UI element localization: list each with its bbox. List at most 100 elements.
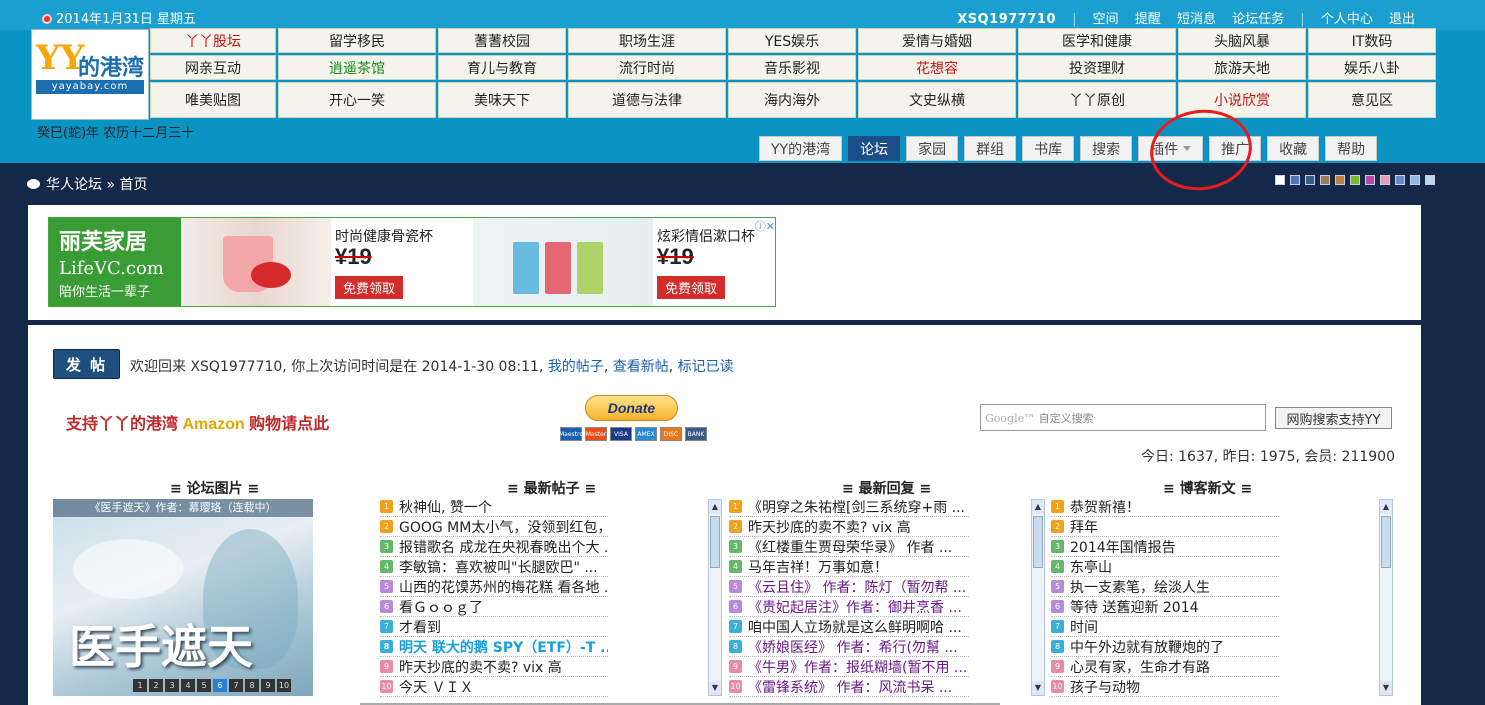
ad-close-icon[interactable]: ⓘ✕ [747, 218, 775, 233]
category-link[interactable]: 职场生涯 [568, 28, 726, 53]
list-item[interactable]: 2 GOOG MM太小气，没领到红包，给 ... [380, 517, 608, 537]
list-item[interactable]: 10 孩子与动物 [1051, 677, 1279, 697]
nav-tab[interactable]: 论坛 [848, 136, 901, 161]
list-item[interactable]: 8 《娇娘医经》 作者：希行(勿幫 ... [729, 637, 969, 657]
amazon-promo-link[interactable]: 支持丫丫的港湾 Amazon 购物请点此 [66, 410, 329, 434]
nav-tab[interactable]: 收藏 [1267, 136, 1320, 161]
nav-tab[interactable]: 书库 [1022, 136, 1075, 161]
slideshow-page-button[interactable]: 3 [165, 679, 179, 692]
list-item[interactable]: 8 中午外边就有放鞭炮的了 [1051, 637, 1279, 657]
category-link[interactable]: 道德与法律 [568, 82, 726, 118]
style-swatch[interactable] [1320, 175, 1330, 185]
style-swatch[interactable] [1350, 175, 1360, 185]
link-reminder[interactable]: 提醒 [1135, 12, 1161, 27]
style-swatch[interactable] [1410, 175, 1420, 185]
style-swatch[interactable] [1275, 175, 1285, 185]
style-swatch[interactable] [1380, 175, 1390, 185]
username-link[interactable]: XSQ1977710 [957, 12, 1056, 27]
list-item[interactable]: 5 山西的花馍苏州的梅花糕 看各地 ... [380, 577, 608, 597]
slideshow-page-button[interactable]: 4 [181, 679, 195, 692]
my-posts-link[interactable]: 我的帖子 [548, 359, 604, 375]
style-swatch[interactable] [1395, 175, 1405, 185]
list-item[interactable]: 1 秋神仙, 赞一个 [380, 497, 608, 517]
scroll-thumb[interactable] [1033, 516, 1043, 568]
replies-scrollbar[interactable]: ▲ ▼ [708, 499, 722, 696]
scroll-down-icon[interactable]: ▼ [1380, 681, 1392, 695]
new-posts-link[interactable]: 查看新帖 [613, 359, 669, 375]
nav-tab[interactable]: 搜索 [1080, 136, 1133, 161]
list-item[interactable]: 3 2014年国情报告 [1051, 537, 1279, 557]
category-link[interactable]: 开心一笑 [278, 82, 436, 118]
scroll-thumb[interactable] [1381, 516, 1391, 568]
nav-tab[interactable]: 家园 [906, 136, 959, 161]
ad-item1-cta[interactable]: 免费领取 [335, 276, 404, 299]
list-item[interactable]: 3 报错歌名 成龙在央视春晚出个大 ... [380, 537, 608, 557]
slideshow-page-button[interactable]: 7 [229, 679, 243, 692]
category-link[interactable]: 网亲互动 [150, 55, 276, 80]
list-item[interactable]: 4 东亭山 [1051, 557, 1279, 577]
category-link[interactable]: 育儿与教育 [438, 55, 566, 80]
donate-button[interactable]: Donate [585, 395, 678, 421]
slideshow-page-button[interactable]: 5 [197, 679, 211, 692]
google-search-input[interactable]: Google™ 自定义搜索 [980, 404, 1266, 431]
list-item[interactable]: 9 昨天抄底的卖不卖? vix 高 [380, 657, 608, 677]
category-link[interactable]: YES娱乐 [728, 28, 856, 53]
search-submit-button[interactable]: 网购搜索支持YY [1275, 407, 1392, 429]
slideshow-page-button[interactable]: 1 [133, 679, 147, 692]
category-link[interactable]: 娱乐八卦 [1308, 55, 1436, 80]
scroll-down-icon[interactable]: ▼ [709, 681, 721, 695]
nav-tab[interactable]: YY的港湾 [759, 136, 843, 161]
breadcrumb-forum[interactable]: 华人论坛 [46, 177, 102, 193]
category-link[interactable]: 意见区 [1308, 82, 1436, 118]
category-link[interactable]: 丫丫股坛 [150, 28, 276, 53]
slideshow-page-button[interactable]: 6 [213, 679, 227, 692]
style-swatch[interactable] [1365, 175, 1375, 185]
list-item[interactable]: 6 看Ｇｏｏｇ了 [380, 597, 608, 617]
category-link[interactable]: 旅游天地 [1178, 55, 1306, 80]
category-link[interactable]: 丫丫原创 [1018, 82, 1176, 118]
list-item[interactable]: 5 执一支素笔，绘淡人生 [1051, 577, 1279, 597]
scroll-down-icon[interactable]: ▼ [1032, 681, 1044, 695]
list-item[interactable]: 6 等待 送舊迎新 2014 [1051, 597, 1279, 617]
blog-left-scrollbar[interactable]: ▲ ▼ [1031, 499, 1045, 696]
list-item[interactable]: 10 《雷锋系统》 作者：风流书呆 ... [729, 677, 969, 697]
category-link[interactable]: 爱情与婚姻 [858, 28, 1016, 53]
style-swatch[interactable] [1335, 175, 1345, 185]
list-item[interactable]: 7 时间 [1051, 617, 1279, 637]
category-link[interactable]: 海内海外 [728, 82, 856, 118]
link-space[interactable]: 空间 [1093, 12, 1119, 27]
list-item[interactable]: 3 《红楼重生贾母荣华录》 作者 ... [729, 537, 969, 557]
category-link[interactable]: 花想容 [858, 55, 1016, 80]
mark-read-link[interactable]: 标记已读 [678, 359, 734, 375]
slideshow-page-button[interactable]: 10 [277, 679, 291, 692]
list-item[interactable]: 10 今天 ＶＩＸ [380, 677, 608, 697]
scroll-thumb[interactable] [710, 516, 720, 568]
link-logout[interactable]: 退出 [1389, 12, 1415, 27]
picture-caption[interactable]: 《医手遮天》作者：慕璎珞（连载中） [53, 499, 313, 517]
link-forum-tasks[interactable]: 论坛任务 [1232, 12, 1284, 27]
list-item[interactable]: 7 咱中国人立场就是这么鲜明啊哈 ... [729, 617, 969, 637]
blog-right-scrollbar[interactable]: ▲ ▼ [1379, 499, 1393, 696]
link-personal-center[interactable]: 个人中心 [1321, 12, 1373, 27]
scroll-up-icon[interactable]: ▲ [1032, 500, 1044, 514]
list-item[interactable]: 2 拜年 [1051, 517, 1279, 537]
category-link[interactable]: 留学移民 [278, 28, 436, 53]
style-swatch[interactable] [1290, 175, 1300, 185]
new-post-button[interactable]: 发 帖 [53, 349, 120, 379]
style-swatch[interactable] [1425, 175, 1435, 185]
slideshow-page-button[interactable]: 8 [245, 679, 259, 692]
forum-picture-slideshow[interactable]: 《医手遮天》作者：慕璎珞（连载中） 医手遮天 1 2 3 4 5 6 7 8 9 10 [53, 499, 313, 696]
slideshow-page-button[interactable]: 9 [261, 679, 275, 692]
list-item[interactable]: 4 李敏镐：喜欢被叫"长腿欧巴" ... [380, 557, 608, 577]
link-messages[interactable]: 短消息 [1177, 12, 1216, 27]
list-item[interactable]: 8 明天 联大的鹅 SPY（ETF）-T ... [380, 637, 608, 657]
scroll-up-icon[interactable]: ▲ [709, 500, 721, 514]
category-link[interactable]: 逍遥茶馆 [278, 55, 436, 80]
category-link[interactable]: IT数码 [1308, 28, 1436, 53]
category-link[interactable]: 头脑风暴 [1178, 28, 1306, 53]
list-item[interactable]: 1 恭贺新禧！ [1051, 497, 1279, 517]
category-link[interactable]: 唯美贴图 [150, 82, 276, 118]
category-link[interactable]: 美味天下 [438, 82, 566, 118]
list-item[interactable]: 5 《云且住》 作者：陈灯（暂勿帮 ... [729, 577, 969, 597]
nav-tab[interactable]: 群组 [964, 136, 1017, 161]
